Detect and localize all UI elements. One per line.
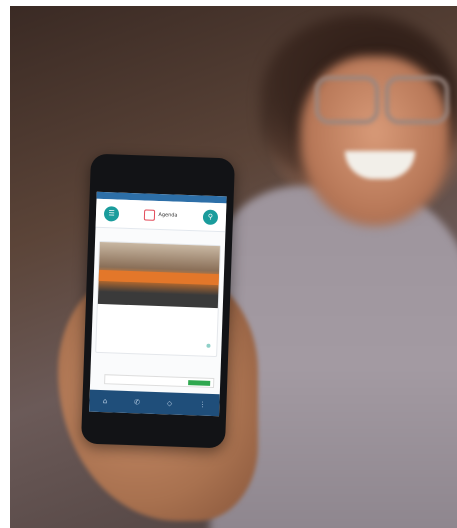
- more-icon[interactable]: ⋮: [199, 400, 206, 408]
- smartphone: ☰ Agenda ⚲ ⌂ ✆ ◇ ⋮: [80, 153, 236, 449]
- menu-button[interactable]: ☰: [103, 205, 120, 222]
- glasses-left-lens: [315, 76, 379, 124]
- phone-screen: ☰ Agenda ⚲ ⌂ ✆ ◇ ⋮: [89, 191, 227, 417]
- card-indicator: [206, 343, 211, 348]
- app-header: ☰ Agenda ⚲: [95, 198, 227, 233]
- logo-mark: [144, 208, 156, 221]
- chat-icon[interactable]: ◇: [167, 399, 173, 407]
- search-icon: ⚲: [207, 212, 214, 221]
- menu-icon: ☰: [108, 209, 115, 218]
- ad-banner[interactable]: [104, 374, 215, 389]
- background-photo: ☰ Agenda ⚲ ⌂ ✆ ◇ ⋮: [10, 6, 457, 528]
- bottom-nav: ⌂ ✆ ◇ ⋮: [89, 389, 220, 417]
- home-icon[interactable]: ⌂: [103, 397, 108, 405]
- card-image-band: [98, 269, 219, 286]
- card-image: [97, 241, 220, 309]
- banner-tag: [188, 379, 211, 386]
- app-logo: Agenda: [144, 208, 178, 221]
- glasses-right-lens: [385, 76, 449, 124]
- search-button[interactable]: ⚲: [202, 209, 219, 225]
- featured-card[interactable]: [95, 240, 221, 358]
- logo-text: Agenda: [158, 211, 178, 219]
- phone-icon[interactable]: ✆: [134, 398, 140, 406]
